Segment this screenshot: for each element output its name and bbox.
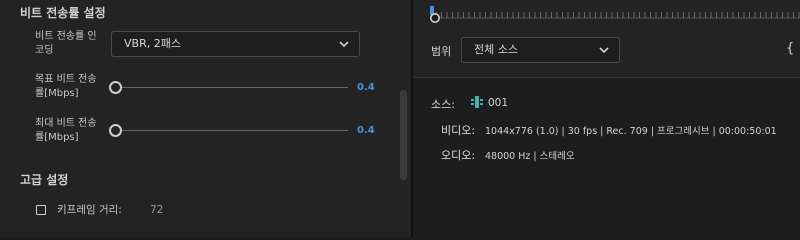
audio-details: 48000 Hz | 스테레오 xyxy=(485,151,575,162)
chevron-down-icon xyxy=(599,47,609,54)
timeline-ruler[interactable] xyxy=(430,6,800,20)
max-bitrate-label-line2: 률[Mbps] xyxy=(35,132,79,143)
bitrate-encoding-label-line1: 비트 전송률 인 xyxy=(35,31,97,42)
keyframe-distance-value[interactable]: 72 xyxy=(150,203,163,217)
video-key: 비디오: xyxy=(441,124,476,137)
max-bitrate-slider-track[interactable] xyxy=(116,130,348,131)
bitrate-encoding-value: VBR, 2패스 xyxy=(124,37,181,50)
more-options-icon[interactable]: { xyxy=(786,41,794,56)
right-panel-separator xyxy=(413,77,800,78)
target-bitrate-slider-track[interactable] xyxy=(116,87,348,88)
bitrate-encoding-label-line2: 코딩 xyxy=(35,45,54,56)
target-bitrate-label-line2: 률[Mbps] xyxy=(35,88,79,99)
video-details: 1044x776 (1.0) | 30 fps | Rec. 709 | 프로그… xyxy=(485,126,777,137)
export-settings-panel: 비트 전송률 설정 비트 전송률 인 코딩 VBR, 2패스 목표 비트 전송 … xyxy=(0,0,411,237)
max-bitrate-slider-handle[interactable] xyxy=(109,124,122,137)
target-bitrate-label-line1: 목표 비트 전송 xyxy=(35,74,97,85)
range-value: 전체 소스 xyxy=(474,43,518,56)
sequence-icon xyxy=(471,96,483,108)
keyframe-distance-label: 키프레임 거리: xyxy=(57,204,122,216)
panel-scrollbar[interactable] xyxy=(400,90,407,180)
source-key: 소스: xyxy=(431,98,455,111)
audio-key: 오디오: xyxy=(441,149,476,162)
bitrate-settings-title: 비트 전송률 설정 xyxy=(20,6,106,20)
range-dropdown[interactable]: 전체 소스 xyxy=(461,37,620,63)
max-bitrate-label: 최대 비트 전송 률[Mbps] xyxy=(35,117,97,145)
bitrate-encoding-dropdown[interactable]: VBR, 2패스 xyxy=(111,31,360,57)
advanced-settings-title: 고급 설정 xyxy=(20,173,69,187)
keyframe-distance-checkbox[interactable] xyxy=(36,205,46,215)
target-bitrate-slider-handle[interactable] xyxy=(109,81,122,94)
bitrate-encoding-label: 비트 전송률 인 코딩 xyxy=(35,30,97,58)
target-bitrate-value[interactable]: 0.4 xyxy=(357,82,375,93)
max-bitrate-label-line1: 최대 비트 전송 xyxy=(35,118,97,129)
target-bitrate-label: 목표 비트 전송 률[Mbps] xyxy=(35,73,97,101)
playhead-icon[interactable] xyxy=(429,12,441,24)
source-name: 001 xyxy=(488,97,509,109)
range-label: 범위 xyxy=(431,45,452,58)
chevron-down-icon xyxy=(339,41,349,48)
max-bitrate-value[interactable]: 0.4 xyxy=(357,125,375,136)
